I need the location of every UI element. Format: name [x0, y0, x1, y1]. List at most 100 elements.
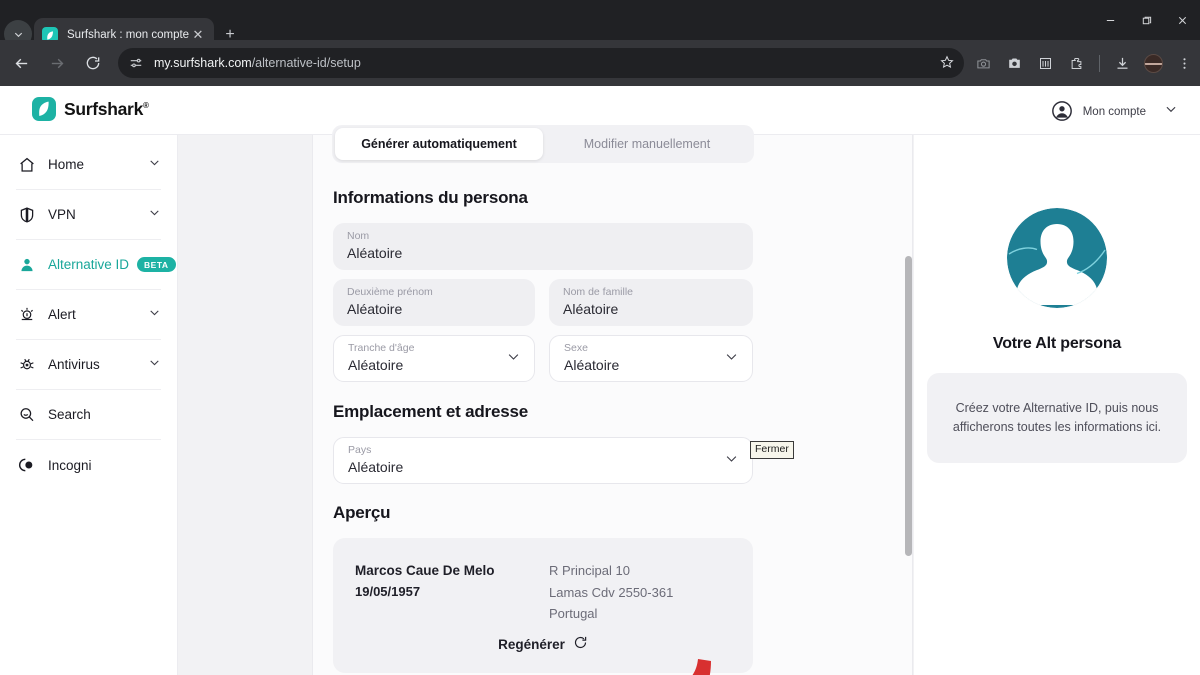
- download-icon[interactable]: [1108, 49, 1137, 78]
- profile-avatar-icon[interactable]: [1139, 49, 1168, 78]
- chevron-down-icon[interactable]: [724, 451, 739, 471]
- chevron-down-icon[interactable]: [148, 306, 161, 324]
- omnibox-url-path: /alternative-id/setup: [251, 56, 361, 70]
- chevron-down-icon[interactable]: [148, 206, 161, 224]
- field-label: Nom de famille: [563, 285, 634, 298]
- sidebar-item-alternative-id[interactable]: Alternative ID BETA: [16, 240, 176, 290]
- alt-persona-panel: Votre Alt persona Créez votre Alternativ…: [914, 135, 1200, 675]
- sidebar-item-label: Home: [48, 157, 85, 172]
- web-page: Surfshark® Mon compte Home VPN Alternati…: [0, 86, 1200, 675]
- browser-toolbar: my.surfshark.com/alternative-id/setup: [0, 40, 1200, 86]
- sidebar-item-search[interactable]: Search: [16, 390, 161, 440]
- field-deuxieme-prenom[interactable]: Deuxième prénom Aléatoire: [333, 279, 535, 326]
- sidebar-item-label: Alert: [48, 307, 76, 322]
- chevron-down-icon[interactable]: [1164, 102, 1178, 121]
- sidebar: Home VPN Alternative ID BETA Alert Antiv…: [0, 135, 178, 675]
- main-content: Générer automatiquement Modifier manuell…: [178, 125, 1200, 675]
- sidebar-item-alert[interactable]: Alert: [16, 290, 161, 340]
- tooltip-fermer: Fermer: [750, 441, 794, 459]
- sidebar-item-label: Incogni: [48, 457, 92, 473]
- incogni-toggle-icon: [16, 455, 37, 476]
- panel-title: Votre Alt persona: [992, 335, 1122, 352]
- chevron-down-icon[interactable]: [724, 349, 739, 369]
- chevron-down-icon[interactable]: [506, 349, 521, 369]
- field-sexe[interactable]: Sexe Aléatoire: [549, 335, 753, 382]
- screenshot-outline-icon[interactable]: [969, 49, 998, 78]
- sidebar-item-label: Search: [48, 407, 91, 422]
- star-icon[interactable]: [940, 55, 954, 72]
- status-badge: BETA: [137, 256, 176, 273]
- sidebar-item-incogni[interactable]: Incogni: [16, 440, 161, 490]
- panel-note-text: Créez votre Alternative ID, puis nous af…: [952, 401, 1162, 434]
- mode-tabs: Générer automatiquement Modifier manuell…: [332, 125, 754, 163]
- surfshark-logo-icon: [32, 97, 56, 121]
- maximize-icon[interactable]: [1128, 4, 1164, 36]
- tab-generate-automatically[interactable]: Générer automatiquement: [335, 128, 543, 160]
- red-curved-arrow-icon: [578, 649, 718, 675]
- sidebar-item-label: VPN: [48, 207, 76, 222]
- close-icon[interactable]: [1164, 4, 1200, 36]
- sidebar-item-antivirus[interactable]: Antivirus: [16, 340, 161, 390]
- field-value: Aléatoire: [563, 300, 619, 317]
- chevron-down-icon[interactable]: [148, 156, 161, 174]
- panel-note: Créez votre Alternative ID, puis nous af…: [927, 373, 1187, 463]
- alt-persona-avatar-icon: [1005, 206, 1109, 310]
- minimize-icon[interactable]: [1092, 4, 1128, 36]
- sidebar-item-label: Antivirus: [48, 357, 100, 372]
- field-label: Nom: [347, 229, 370, 242]
- field-label: Tranche d'âge: [348, 341, 415, 354]
- preview-address-line3: Portugal: [549, 606, 598, 621]
- field-value: Aléatoire: [348, 458, 404, 475]
- sidebar-item-vpn[interactable]: VPN: [16, 190, 161, 240]
- regenerate-label: Regénérer: [498, 636, 565, 652]
- brand-logo[interactable]: Surfshark®: [32, 97, 149, 121]
- omnibox[interactable]: my.surfshark.com/alternative-id/setup: [118, 48, 964, 78]
- account-text: Mon compte: [1083, 102, 1146, 120]
- field-label: Pays: [348, 443, 372, 456]
- antivirus-bug-icon: [16, 354, 37, 375]
- shield-icon: [16, 204, 37, 225]
- brand-trademark: ®: [143, 100, 149, 110]
- field-value: Aléatoire: [564, 356, 620, 373]
- content-scrollbar[interactable]: [903, 135, 914, 675]
- account-menu[interactable]: Mon compte: [1045, 91, 1184, 131]
- account-label: Mon compte: [1082, 106, 1146, 118]
- chevron-down-icon[interactable]: [148, 356, 161, 374]
- preview-address-line2: Lamas Cdv 2550-361: [549, 584, 674, 600]
- setup-card: Générer automatiquement Modifier manuell…: [312, 125, 913, 675]
- preview-address-line1: R Principal 10: [549, 563, 630, 578]
- field-nom[interactable]: Nom Aléatoire: [333, 223, 753, 270]
- more-menu-icon[interactable]: [1170, 49, 1199, 78]
- field-nom-de-famille[interactable]: Nom de famille Aléatoire: [549, 279, 753, 326]
- chevron-down-icon: [14, 32, 22, 37]
- camera-icon[interactable]: [1000, 49, 1029, 78]
- section-title-persona: Informations du persona: [333, 188, 528, 207]
- field-pays[interactable]: Pays Aléatoire: [333, 437, 753, 484]
- field-tranche-dage[interactable]: Tranche d'âge Aléatoire: [333, 335, 535, 382]
- omnibox-url-host: my.surfshark.com: [154, 56, 252, 70]
- preview-dob: 19/05/1957: [355, 584, 421, 599]
- search-icon: [16, 404, 37, 425]
- toolbar-divider: [1099, 54, 1100, 72]
- field-label: Sexe: [564, 341, 588, 354]
- reload-icon[interactable]: [78, 48, 108, 78]
- browser-titlebar: Surfshark : mon compte ✕ +: [0, 0, 1200, 52]
- archive-icon[interactable]: [1031, 49, 1060, 78]
- back-arrow-icon[interactable]: [6, 48, 36, 78]
- preview-name: Marcos Caue De Melo: [355, 563, 495, 578]
- tab-edit-manually[interactable]: Modifier manuellement: [543, 128, 751, 160]
- person-icon: [16, 254, 37, 275]
- tune-icon[interactable]: [126, 53, 146, 73]
- home-icon: [16, 154, 37, 175]
- screenshot-root: Surfshark : mon compte ✕ + my.surfshark.…: [0, 0, 1200, 675]
- field-value: Aléatoire: [348, 356, 404, 373]
- alert-bell-icon: [16, 304, 37, 325]
- extensions-icon[interactable]: [1062, 49, 1091, 78]
- sidebar-item-home[interactable]: Home: [16, 140, 161, 190]
- scrollbar-thumb[interactable]: [905, 256, 912, 556]
- browser-toolbar-actions: [968, 49, 1200, 78]
- field-value: Aléatoire: [347, 300, 403, 317]
- preview-address: R Principal 10 Lamas Cdv 2550-361 Portug…: [549, 560, 673, 625]
- window-controls: [1092, 0, 1200, 40]
- brand-name: Surfshark®: [64, 98, 149, 119]
